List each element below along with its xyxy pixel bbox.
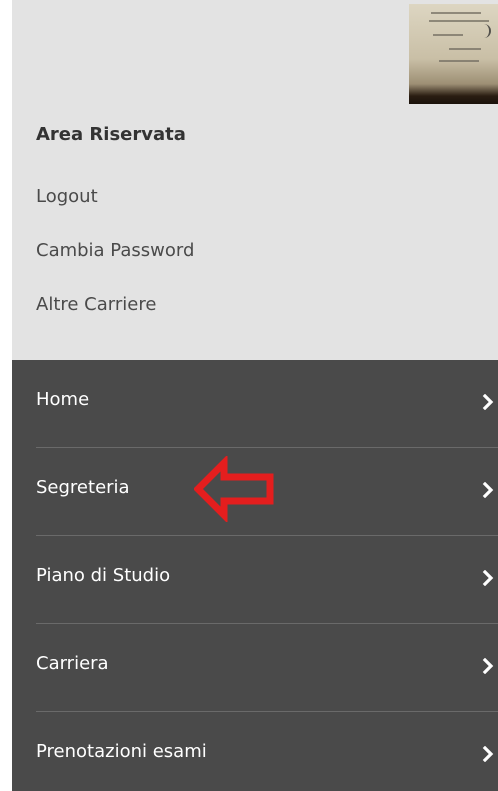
logout-link[interactable]: Logout	[36, 186, 98, 207]
menu-item-carriera[interactable]: Carriera	[36, 624, 498, 712]
main-menu: Home Segreteria Piano di Studio Carriera	[12, 360, 498, 791]
other-careers-link[interactable]: Altre Carriere	[36, 294, 156, 315]
user-sidebar-panel: Area Riservata Logout Cambia Password Al…	[12, 0, 498, 791]
menu-item-label: Segreteria	[36, 477, 130, 498]
chevron-right-icon	[482, 570, 494, 586]
menu-item-label: Prenotazioni esami	[36, 741, 207, 762]
menu-item-label: Piano di Studio	[36, 565, 171, 586]
change-password-link[interactable]: Cambia Password	[36, 240, 194, 261]
menu-item-piano-di-studio[interactable]: Piano di Studio	[36, 536, 498, 624]
menu-item-label: Carriera	[36, 653, 109, 674]
user-photo	[409, 4, 498, 104]
chevron-right-icon	[482, 482, 494, 498]
account-area: Area Riservata Logout Cambia Password Al…	[12, 0, 498, 360]
chevron-right-icon	[482, 746, 494, 762]
menu-item-prenotazioni-esami[interactable]: Prenotazioni esami	[36, 712, 498, 791]
chevron-right-icon	[482, 658, 494, 674]
reserved-area-title: Area Riservata	[36, 124, 186, 145]
menu-item-home[interactable]: Home	[36, 360, 498, 448]
menu-item-label: Home	[36, 389, 90, 410]
chevron-right-icon	[482, 394, 494, 410]
red-arrow-annotation-icon	[194, 456, 274, 522]
